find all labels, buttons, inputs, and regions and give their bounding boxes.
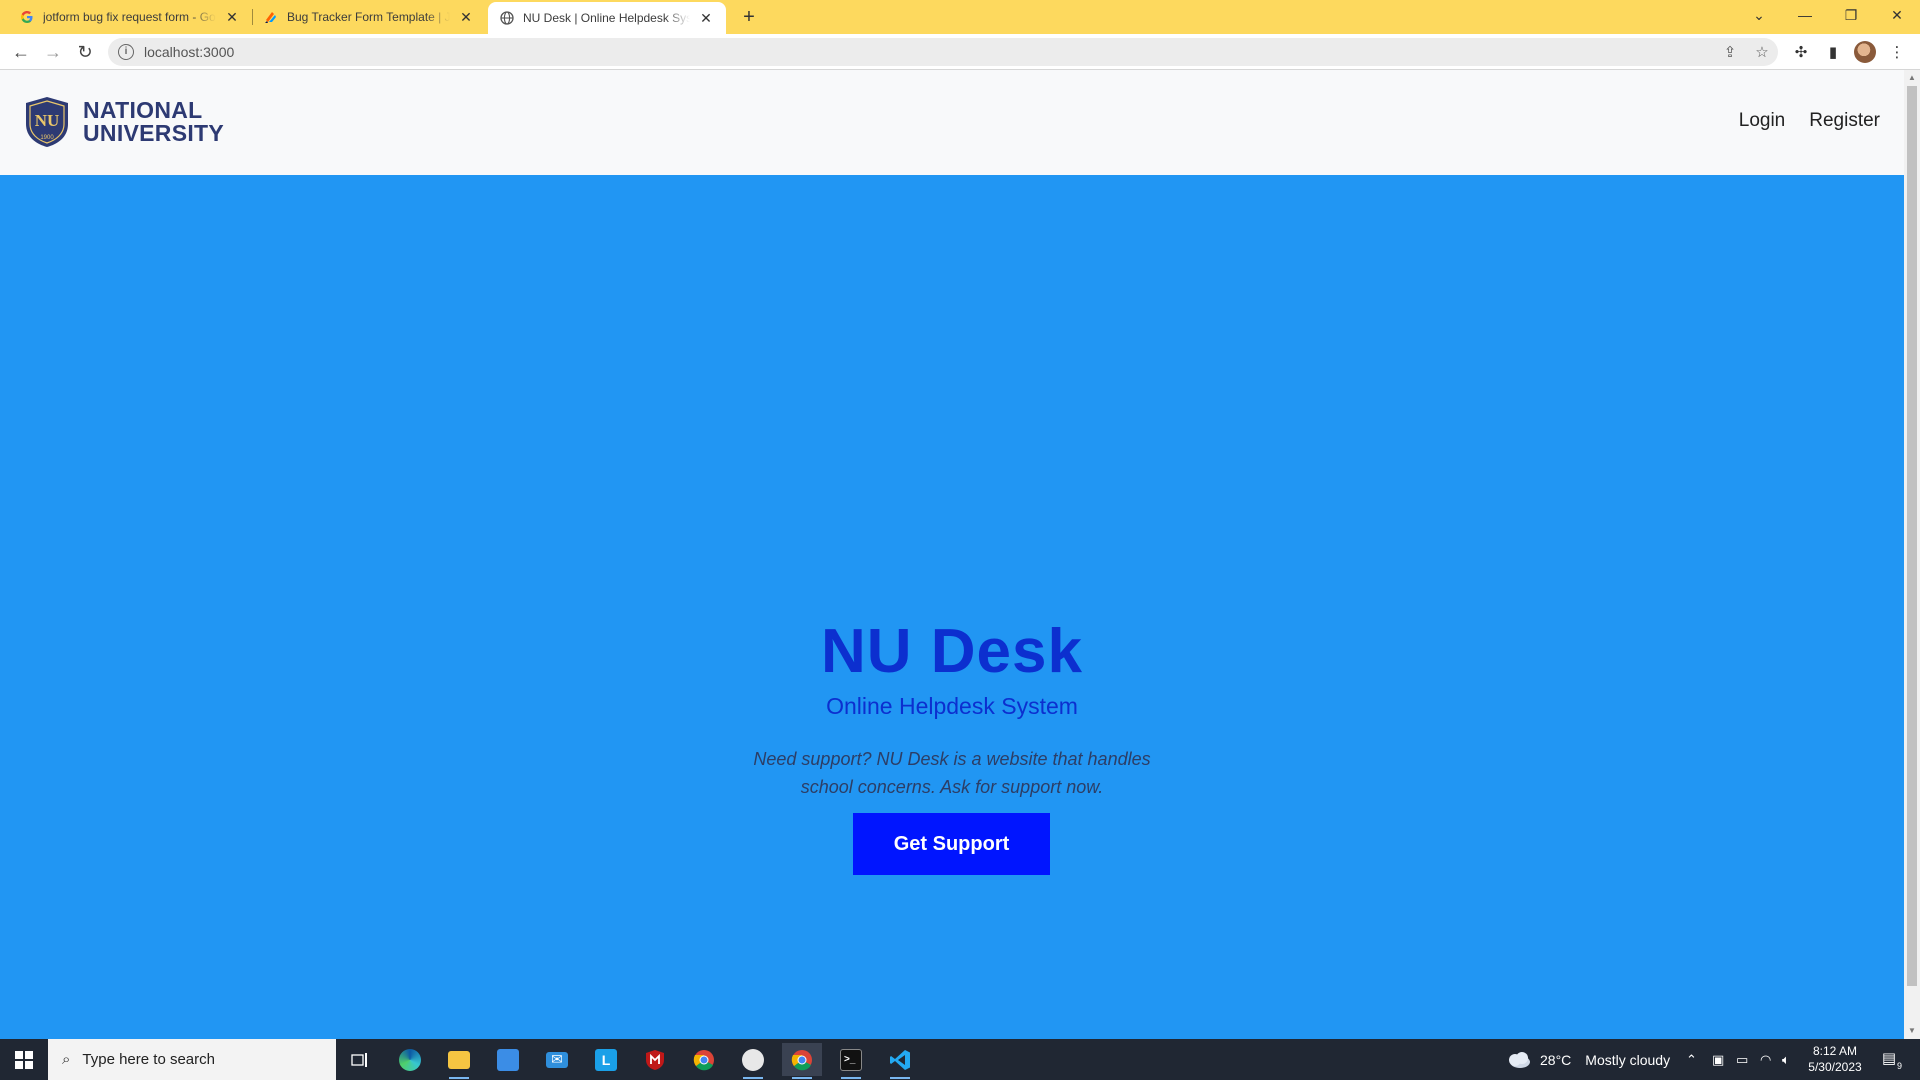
weather-widget[interactable]: 28°C Mostly cloudy (1506, 1039, 1670, 1080)
cloudy-weather-icon (1509, 1051, 1530, 1068)
brand-line-2: UNIVERSITY (83, 120, 225, 146)
brand-name: NATIONAL UNIVERSITY (83, 99, 224, 145)
chrome-icon[interactable] (684, 1043, 724, 1076)
windows-start-icon[interactable] (0, 1039, 48, 1080)
kebab-menu-icon[interactable]: ⋮ (1884, 39, 1910, 65)
windows-taskbar: ⌕ Type here to search ✉ L >_ 28°C Mostly… (0, 1039, 1920, 1080)
clock-date: 5/30/2023 (1808, 1060, 1862, 1074)
site-header: NU 1900 NATIONAL UNIVERSITY Login Regist… (0, 70, 1904, 175)
tab-jotform-search[interactable]: jotform bug fix request form - Go ✕ (8, 0, 252, 34)
hero-description: Need support? NU Desk is a website that … (753, 749, 1151, 797)
brand-line-1: NATIONAL (83, 97, 203, 123)
chrome-profile-icon[interactable] (782, 1043, 822, 1079)
back-arrow-icon[interactable]: ← (8, 39, 34, 65)
battery-icon[interactable]: ▭ (1736, 1039, 1748, 1080)
window-close-icon[interactable]: ✕ (1874, 0, 1920, 30)
globe-icon (500, 11, 514, 25)
browser-tab-bar: jotform bug fix request form - Go ✕ Bug … (0, 0, 1920, 34)
notification-count: 9 (1896, 1061, 1902, 1071)
scroll-up-arrow-icon[interactable]: ▲ (1904, 70, 1920, 86)
page-viewport: NU 1900 NATIONAL UNIVERSITY Login Regist… (0, 70, 1904, 1039)
jotform-icon (264, 10, 278, 24)
weather-desc: Mostly cloudy (1585, 1051, 1671, 1068)
close-icon[interactable]: ✕ (698, 10, 714, 26)
lexicon-app-icon[interactable]: L (586, 1043, 626, 1076)
tab-bug-tracker[interactable]: Bug Tracker Form Template | Jotfo ✕ (252, 0, 486, 34)
side-panel-icon[interactable]: ▮ (1820, 39, 1846, 65)
task-view-icon[interactable] (340, 1043, 380, 1076)
hero-title: NU Desk (821, 617, 1083, 686)
tab-title: Bug Tracker Form Template | Jotfo (287, 10, 450, 24)
edge-browser-icon[interactable] (390, 1043, 430, 1076)
file-explorer-icon[interactable] (439, 1043, 479, 1079)
microsoft-store-icon[interactable] (488, 1043, 528, 1076)
vscode-icon[interactable] (880, 1043, 920, 1079)
tray-device-icon[interactable]: ▣ (1712, 1039, 1724, 1080)
university-crest-icon: NU 1900 (26, 97, 68, 147)
site-info-icon[interactable]: i (118, 44, 134, 60)
minimize-icon[interactable]: — (1782, 0, 1828, 30)
search-icon: ⌕ (62, 1051, 71, 1068)
weather-temp: 28°C (1540, 1051, 1572, 1068)
forward-arrow-icon[interactable]: → (40, 39, 66, 65)
address-bar[interactable]: i localhost:3000 (108, 38, 1778, 66)
brand-logo[interactable]: NU 1900 NATIONAL UNIVERSITY (24, 96, 224, 148)
cloud-app-icon[interactable] (733, 1043, 773, 1079)
bookmark-star-icon[interactable]: ☆ (1748, 38, 1776, 66)
tab-title: jotform bug fix request form - Go (43, 10, 216, 24)
svg-text:NU: NU (35, 111, 60, 130)
hero-subtitle: Online Helpdesk System (826, 693, 1078, 719)
terminal-icon[interactable]: >_ (831, 1043, 871, 1079)
close-icon[interactable]: ✕ (224, 9, 240, 25)
page-scrollbar[interactable]: ▲ ▼ (1904, 70, 1920, 1039)
mcafee-shield-icon[interactable] (635, 1043, 675, 1076)
register-link[interactable]: Register (1809, 110, 1880, 132)
profile-avatar[interactable] (1852, 39, 1878, 65)
restore-icon[interactable]: ❐ (1828, 0, 1874, 30)
get-support-button[interactable]: Get Support (853, 813, 1050, 875)
scroll-down-arrow-icon[interactable]: ▼ (1904, 1023, 1920, 1039)
url-text: localhost:3000 (144, 44, 235, 60)
google-icon (20, 10, 34, 24)
tab-nu-desk[interactable]: NU Desk | Online Helpdesk System ✕ (488, 2, 726, 34)
clock-time: 8:12 AM (1812, 1044, 1858, 1058)
header-nav: Login Register (1739, 110, 1880, 132)
search-placeholder: Type here to search (82, 1051, 215, 1068)
hero-section: NU Desk Online Helpdesk System Need supp… (0, 175, 1904, 1039)
tab-title: NU Desk | Online Helpdesk System (523, 11, 690, 25)
svg-text:1900: 1900 (40, 135, 54, 141)
wifi-icon[interactable]: ◠ (1760, 1039, 1771, 1080)
tray-chevron-up-icon[interactable]: ⌃ (1686, 1039, 1697, 1080)
scrollbar-thumb[interactable] (1907, 86, 1917, 986)
tab-search-chevron-icon[interactable]: ⌄ (1736, 0, 1782, 30)
close-icon[interactable]: ✕ (458, 9, 474, 25)
system-clock[interactable]: 8:12 AM 5/30/2023 (1800, 1043, 1870, 1075)
volume-icon[interactable]: 🔈︎ (1782, 1039, 1790, 1080)
reload-icon[interactable]: ↻ (72, 39, 98, 65)
mail-icon[interactable]: ✉ (537, 1043, 577, 1076)
new-tab-button[interactable]: + (738, 6, 760, 28)
taskbar-search-box[interactable]: ⌕ Type here to search (48, 1039, 336, 1080)
notification-center-icon[interactable]: ▤ 9 (1878, 1049, 1902, 1071)
browser-toolbar: ← → ↻ i localhost:3000 ⇪ ☆ ✣ ▮ ⋮ (0, 34, 1920, 70)
login-link[interactable]: Login (1739, 110, 1786, 132)
share-icon[interactable]: ⇪ (1716, 38, 1744, 66)
extensions-puzzle-icon[interactable]: ✣ (1788, 39, 1814, 65)
